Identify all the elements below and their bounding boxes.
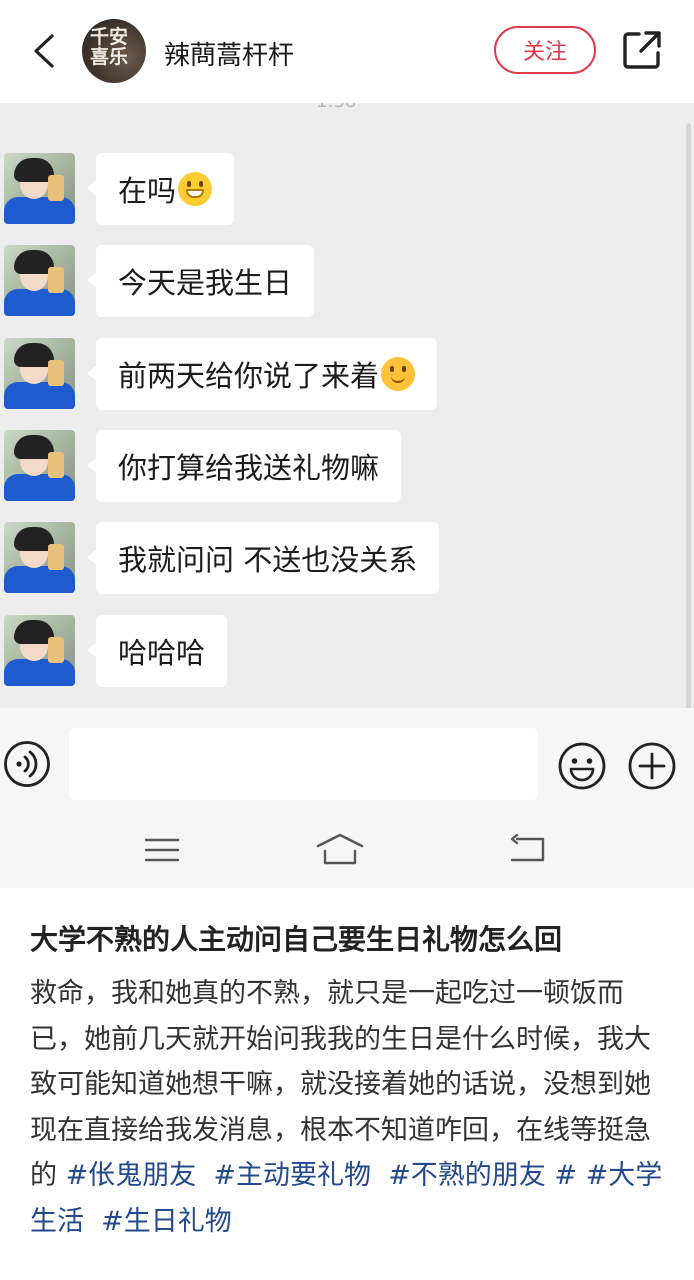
sender-avatar[interactable] [4,245,75,316]
share-icon[interactable] [622,30,662,70]
message-text: 我就问问 不送也没关系 [118,543,418,577]
hashtag-link[interactable]: #生日礼物 [101,1206,232,1237]
post-content: 大学不熟的人主动问自己要生日礼物怎么回 救命，我和她真的不熟，就只是一起吃过一顿… [0,888,694,1280]
sender-avatar[interactable] [4,430,75,501]
menu-icon[interactable] [144,837,180,863]
message-bubble[interactable]: 你打算给我送礼物嘛 [86,430,402,502]
follow-button[interactable]: 关注 [494,26,596,74]
system-nav-bar [0,810,694,888]
emoji-picker-icon[interactable] [557,741,607,791]
message-bubble[interactable]: 哈哈哈 [86,615,228,687]
message-text: 你打算给我送礼物嘛 [118,451,380,485]
message-bubble[interactable]: 今天是我生日 [86,245,315,317]
message-bubble[interactable]: 我就问问 不送也没关系 [86,522,440,594]
message-text: 前两天给你说了来着 [118,359,380,393]
sender-avatar[interactable] [4,338,75,409]
home-icon[interactable] [315,832,365,866]
hashtag-link[interactable]: #伥鬼朋友 [66,1160,197,1191]
message-text: 今天是我生日 [118,266,293,300]
chat-input-bar [0,708,694,810]
sender-avatar[interactable] [4,153,75,224]
back-arrow-icon[interactable] [30,33,60,69]
post-title: 大学不熟的人主动问自己要生日礼物怎么回 [30,923,563,956]
message-text: 哈哈哈 [118,636,206,670]
grinning-face-emoji-icon [178,172,213,206]
sender-avatar[interactable] [4,615,75,686]
chat-screenshot: 1:38 在吗 今天是我生日 前两天给你说了来着 你打算给我送礼物嘛 我就问问 … [0,103,694,708]
voice-input-icon[interactable] [3,740,51,788]
add-more-icon[interactable] [627,741,677,791]
author-avatar[interactable]: 千安 喜乐 [82,19,146,83]
post-body: 救命，我和她真的不熟，就只是一起吃过一顿饭而已，她前几天就开始问我我的生日是什么… [30,971,670,1244]
smiling-face-emoji-icon [381,357,416,391]
author-avatar-lettering: 千安 喜乐 [90,26,129,68]
message-text: 在吗 [118,174,177,208]
message-bubble[interactable]: 在吗 [86,153,235,225]
post-header: 千安 喜乐 辣蔄蒿杆杆 关注 [0,0,694,103]
chat-scrollbar [686,123,691,708]
hashtag-link[interactable]: #主动要礼物 [213,1160,371,1191]
sender-avatar[interactable] [4,522,75,593]
message-input[interactable] [69,728,538,800]
hashtag-link[interactable]: #不熟的朋友 # [388,1160,577,1191]
chat-timestamp: 1:38 [316,103,356,112]
message-bubble[interactable]: 前两天给你说了来着 [86,338,438,410]
nav-back-icon[interactable] [508,834,546,864]
author-name[interactable]: 辣蔄蒿杆杆 [164,35,294,72]
